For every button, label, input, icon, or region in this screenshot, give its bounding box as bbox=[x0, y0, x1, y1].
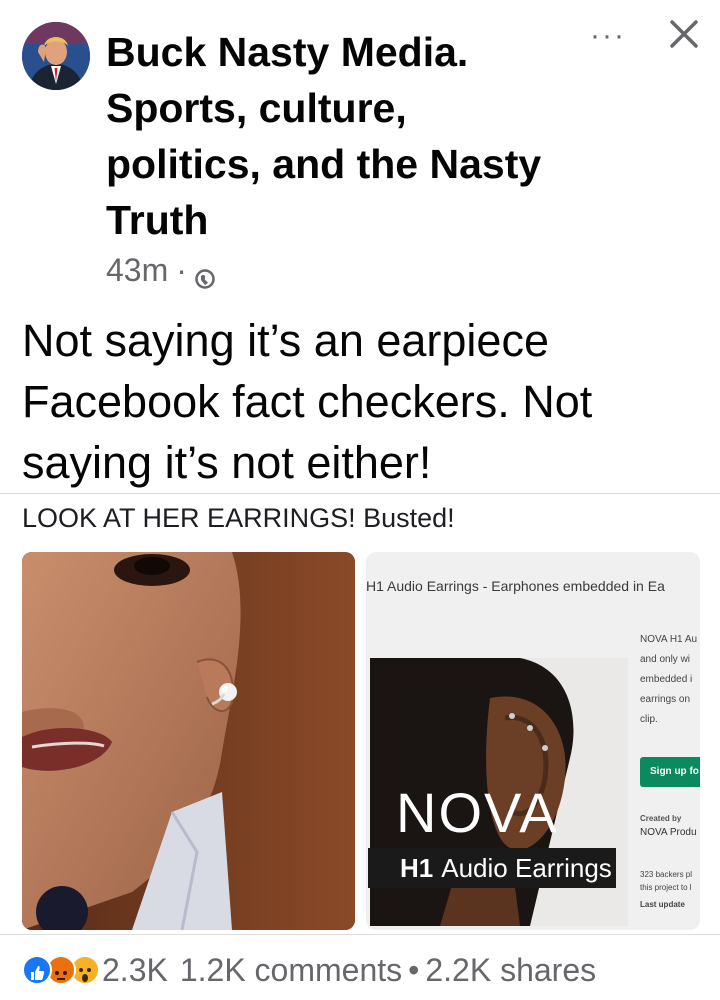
post-time[interactable]: 43m bbox=[106, 252, 168, 289]
comments-count[interactable]: 1.2K comments bbox=[180, 952, 402, 989]
post-stats: 2.3K 1.2K comments • 2.2K shares bbox=[22, 946, 596, 994]
product-description: NOVA H1 Au and only wi embedded i earrin… bbox=[640, 634, 698, 725]
photo-closeup[interactable] bbox=[22, 552, 355, 930]
product-banner: H1 Audio Earrings bbox=[368, 848, 616, 888]
post-author[interactable]: Buck Nasty Media. Sports, culture, polit… bbox=[106, 24, 546, 248]
divider bbox=[0, 493, 720, 494]
post-header: Buck Nasty Media. Sports, culture, polit… bbox=[0, 0, 720, 300]
reactions-count[interactable]: 2.3K bbox=[102, 952, 168, 989]
product-page-title: H1 Audio Earrings - Earphones embedded i… bbox=[366, 578, 665, 594]
avatar[interactable] bbox=[22, 22, 90, 90]
avatar-image bbox=[22, 22, 90, 90]
shares-count[interactable]: 2.2K shares bbox=[425, 952, 596, 989]
last-updated-text: Last update bbox=[640, 900, 685, 909]
meta-separator: · bbox=[176, 251, 187, 288]
product-name: Audio Earrings bbox=[441, 853, 612, 883]
closeup-image bbox=[22, 552, 355, 930]
post-text: Not saying it’s an earpiece Facebook fac… bbox=[22, 315, 593, 488]
creator-name: NOVA Produ bbox=[640, 827, 697, 838]
divider bbox=[0, 934, 720, 935]
image-caption: LOOK AT HER EARRINGS! Busted! bbox=[22, 503, 455, 533]
post-meta: 43m · bbox=[106, 250, 215, 290]
nova-logo: NOVA bbox=[396, 781, 559, 844]
like-icon bbox=[22, 955, 52, 985]
more-icon[interactable]: ··· bbox=[590, 21, 626, 51]
reaction-icons[interactable] bbox=[22, 955, 100, 985]
stats-separator: • bbox=[408, 951, 420, 988]
close-icon[interactable] bbox=[664, 14, 704, 54]
globe-icon bbox=[195, 260, 215, 289]
signup-button: Sign up fo bbox=[640, 757, 700, 787]
backers-text: 323 backers pl this project to l bbox=[640, 870, 693, 892]
product-model: H1 bbox=[400, 853, 434, 883]
photo-product-page[interactable]: H1 Audio Earrings - Earphones embedded i… bbox=[366, 552, 700, 930]
created-by-label: Created by bbox=[640, 814, 682, 823]
